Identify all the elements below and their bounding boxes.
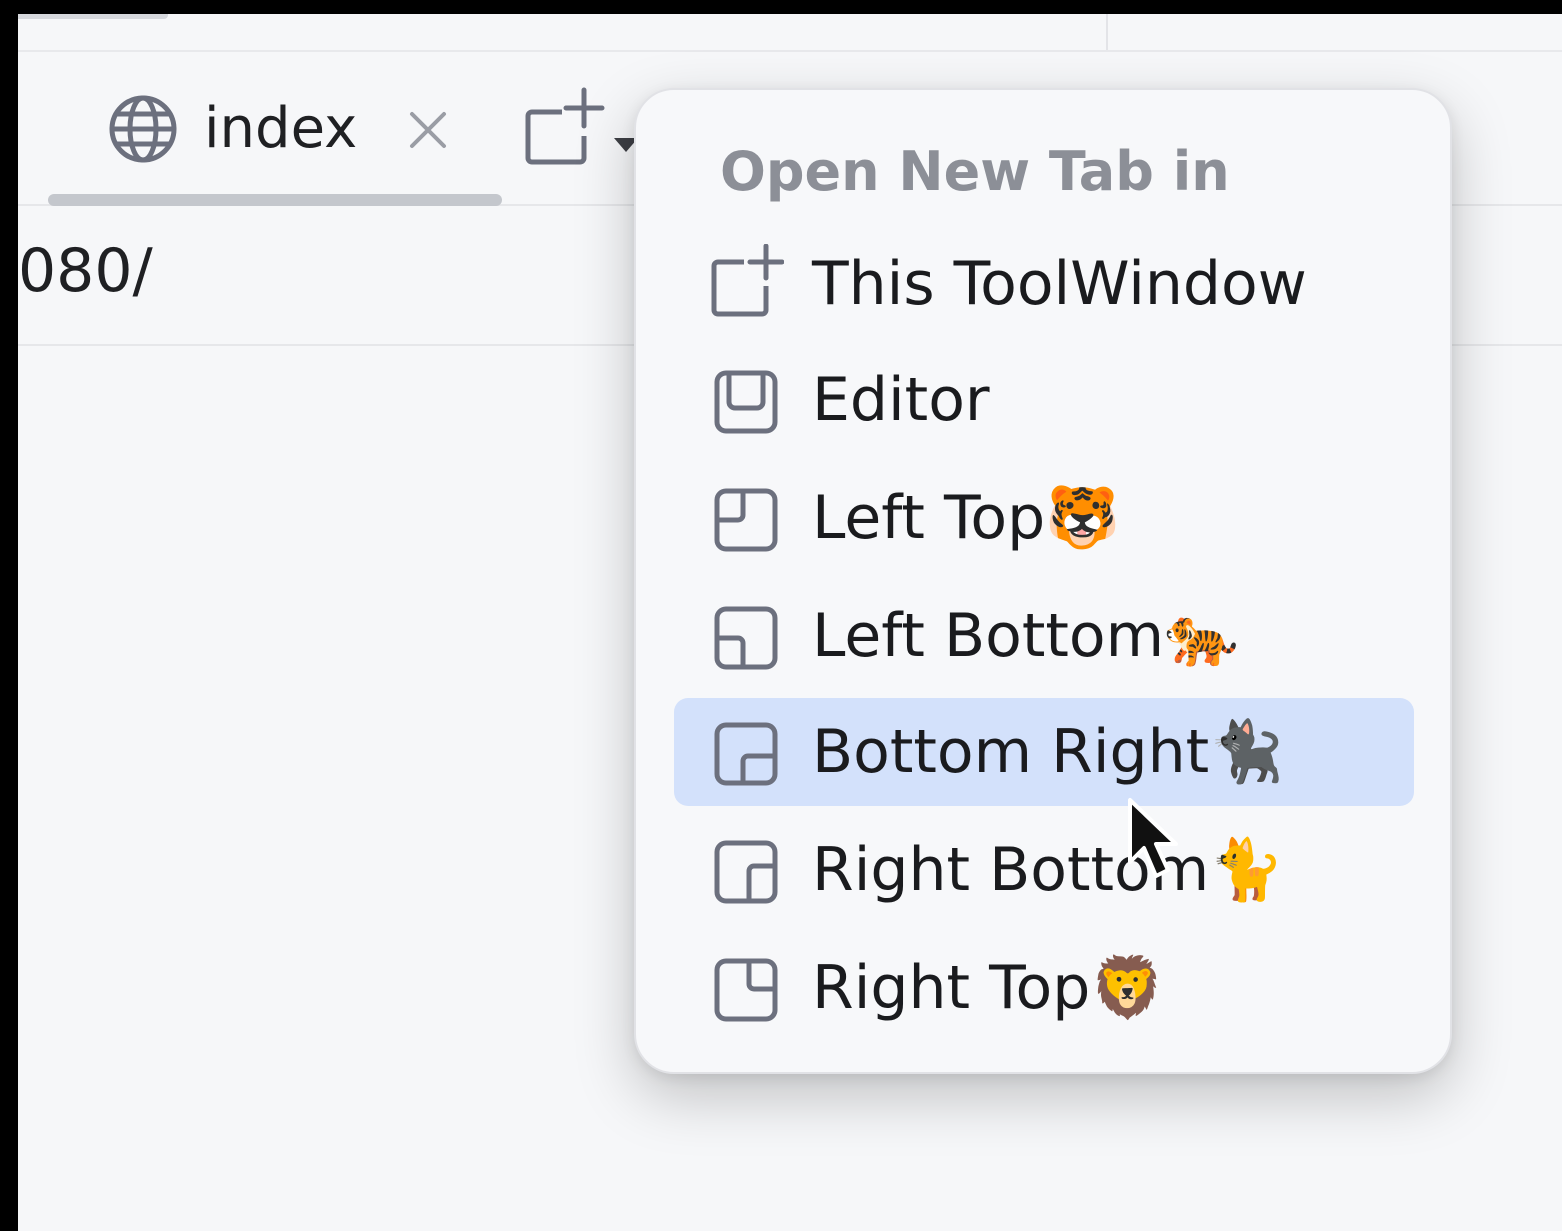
tab-index[interactable]: index (48, 52, 502, 206)
menu-item-right-top[interactable]: Right Top🦁 (674, 934, 1414, 1042)
menu-item-right-bottom[interactable]: Right Bottom🐈 (674, 816, 1414, 924)
menu-item-editor[interactable]: Editor (674, 346, 1414, 454)
menu-item-label: Right Top🦁 (812, 953, 1166, 1023)
menu-item-left-bottom[interactable]: Left Bottom🐅 (674, 582, 1414, 690)
new-tab-icon (711, 244, 784, 317)
right-bottom-layout-icon (714, 840, 778, 904)
open-new-tab-popup: Open New Tab in This ToolWindow Editor L… (634, 88, 1452, 1074)
screen: index 080/ Open New Tab in This ToolWind… (0, 0, 1562, 1231)
menu-item-bottom-right[interactable]: Bottom Right🐈‍⬛ (674, 698, 1414, 806)
menu-item-label: Left Top🐯 (812, 483, 1120, 553)
scroll-thumb[interactable] (18, 14, 168, 19)
menu-item-label: Editor (812, 365, 990, 435)
top-strip (18, 14, 1562, 52)
address-text[interactable]: 080/ (18, 236, 153, 306)
active-tab-indicator (48, 194, 502, 206)
left-top-layout-icon (714, 488, 778, 552)
right-top-layout-icon (714, 958, 778, 1022)
menu-item-left-top[interactable]: Left Top🐯 (674, 464, 1414, 572)
globe-icon (109, 95, 177, 163)
menu-item-label: Right Bottom🐈 (812, 835, 1284, 905)
menu-item-this-toolwindow[interactable]: This ToolWindow (674, 230, 1414, 338)
close-icon[interactable] (408, 110, 448, 150)
bottom-right-layout-icon (714, 722, 778, 786)
left-bottom-layout-icon (714, 606, 778, 670)
new-tab-icon (525, 87, 638, 165)
editor-layout-icon (714, 370, 778, 434)
panel-divider[interactable] (1106, 14, 1108, 50)
menu-item-label: Left Bottom🐅 (812, 601, 1239, 671)
menu-item-label: This ToolWindow (812, 249, 1307, 319)
new-tab-button[interactable] (524, 86, 640, 166)
tab-label: index (204, 96, 358, 161)
mouse-cursor-icon (1128, 798, 1178, 878)
menu-item-label: Bottom Right🐈‍⬛ (812, 717, 1284, 787)
popup-title: Open New Tab in (720, 140, 1230, 203)
